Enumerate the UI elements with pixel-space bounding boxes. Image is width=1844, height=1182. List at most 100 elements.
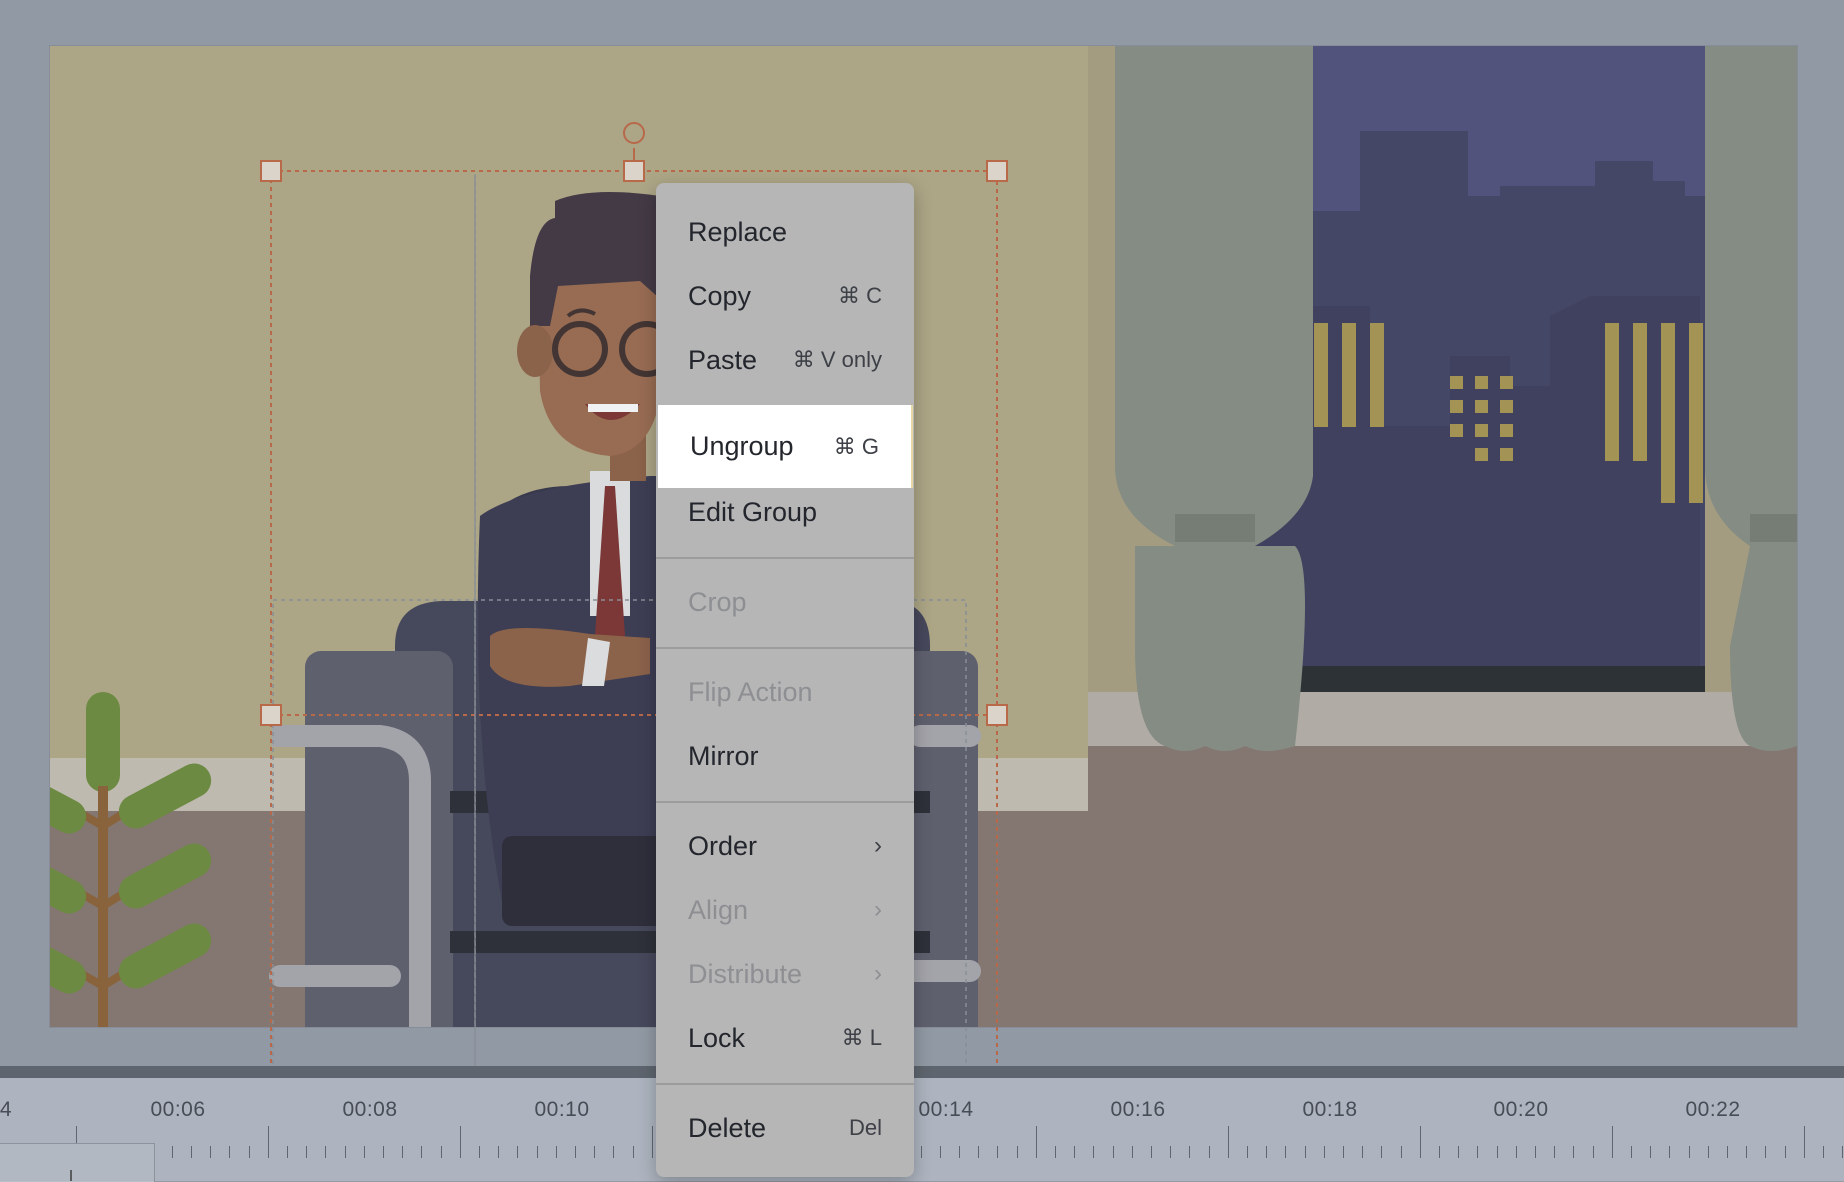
menu-item-label: Paste [688,345,757,376]
menu-item-copy[interactable]: Copy ⌘ C [656,265,914,327]
ruler-tick [287,1146,288,1158]
ruler-tick [978,1146,979,1158]
ruler-tick [1823,1146,1824,1158]
ruler-tick [1631,1146,1632,1158]
ruler-tick [537,1146,538,1158]
chevron-right-icon: › [874,960,882,988]
ruler-tick [1516,1146,1517,1158]
shortcut-text: ⌘ C [838,283,882,309]
ruler-tick [191,1146,192,1158]
chevron-right-icon: › [874,832,882,860]
ruler-tick [210,1146,211,1158]
tick-label: 00:06 [150,1098,205,1122]
menu-item-delete[interactable]: Delete Del [656,1097,914,1159]
ruler-tick [1650,1146,1651,1158]
ruler-tick [1247,1146,1248,1158]
ruler-tick [1669,1146,1670,1158]
ruler-tick [1458,1146,1459,1158]
clip-marker [70,1170,72,1181]
selection-overlay [0,0,1844,1181]
ruler-tick [921,1146,922,1158]
resize-handle-middle-right[interactable] [987,705,1007,725]
tick-label: 00:10 [534,1098,589,1122]
ruler-tick [1785,1146,1786,1158]
ruler-tick [1593,1146,1594,1158]
ruler-tick [940,1146,941,1158]
ruler-tick [268,1126,269,1158]
resize-handle-top-right[interactable] [987,161,1007,181]
rotate-handle[interactable] [624,123,644,143]
ruler-tick [498,1146,499,1158]
menu-item-ungroup[interactable]: Ungroup ⌘ G [658,405,913,488]
menu-item-flip-action: Flip Action [656,661,914,723]
ruler-tick [1381,1146,1382,1158]
tick-label: 00:14 [918,1098,973,1122]
chevron-right-icon: › [874,896,882,924]
menu-item-crop: Crop [656,571,914,633]
menu-item-replace[interactable]: Replace [656,201,914,263]
ruler-tick [1285,1146,1286,1158]
ruler-tick [1017,1146,1018,1158]
menu-separator [656,801,914,803]
ruler-tick [959,1146,960,1158]
editor-stage: 4 00:06 00:08 00:10 00:14 00:16 00:18 00… [0,0,1844,1181]
resize-handle-top-left[interactable] [261,161,281,181]
ruler-tick [1343,1146,1344,1158]
menu-item-edit-group[interactable]: Edit Group [656,481,914,543]
ruler-tick [652,1126,653,1158]
ruler-tick [249,1146,250,1158]
menu-item-label: Edit Group [688,497,817,528]
ruler-tick [1689,1146,1690,1158]
menu-item-label: Delete [688,1113,766,1144]
ruler-tick [1573,1146,1574,1158]
ruler-tick [1497,1146,1498,1158]
ruler-tick [1612,1126,1613,1158]
ruler-tick [556,1146,557,1158]
timeline-clip-track[interactable] [0,1143,155,1182]
ruler-tick [1036,1126,1037,1158]
ruler-tick [1708,1146,1709,1158]
tick-label: 00:22 [1685,1098,1740,1122]
ruler-tick [172,1146,173,1158]
ruler-tick [613,1146,614,1158]
shortcut-text: ⌘ L [842,1025,882,1051]
menu-item-label: Replace [688,217,787,248]
ruler-tick [1765,1146,1766,1158]
tick-label: 00:08 [342,1098,397,1122]
ruler-tick [421,1146,422,1158]
ruler-tick [1074,1146,1075,1158]
menu-item-order[interactable]: Order › [656,815,914,877]
menu-item-label: Lock [688,1023,745,1054]
menu-item-mirror[interactable]: Mirror [656,725,914,787]
ruler-tick [441,1146,442,1158]
ruler-tick [1228,1126,1229,1158]
timeline[interactable]: 4 00:06 00:08 00:10 00:14 00:16 00:18 00… [0,1066,1844,1181]
time-ruler[interactable]: 4 00:06 00:08 00:10 00:14 00:16 00:18 00… [0,1078,1844,1158]
menu-separator [656,557,914,559]
shortcut-text: ⌘ V only [793,347,882,373]
ruler-tick [633,1146,634,1158]
timeline-scrubber-track[interactable] [0,1066,1844,1078]
tick-label: 00:16 [1110,1098,1165,1122]
ruler-tick [1113,1146,1114,1158]
tick-label: 00:20 [1493,1098,1548,1122]
ruler-tick [1420,1126,1421,1158]
ruler-tick [479,1146,480,1158]
ruler-tick [1055,1146,1056,1158]
menu-item-label: Order [688,831,757,862]
menu-item-label: Copy [688,281,751,312]
resize-handle-middle-left[interactable] [261,705,281,725]
ruler-tick [1362,1146,1363,1158]
menu-item-distribute: Distribute › [656,943,914,1005]
menu-item-label: Ungroup [690,431,794,462]
resize-handle-top-center[interactable] [624,161,644,181]
ruler-tick [364,1146,365,1158]
ruler-tick [1477,1146,1478,1158]
ruler-tick [345,1146,346,1158]
ruler-tick [575,1146,576,1158]
menu-item-paste[interactable]: Paste ⌘ V only [656,329,914,391]
menu-item-lock[interactable]: Lock ⌘ L [656,1007,914,1069]
menu-item-label: Mirror [688,741,758,772]
ruler-tick [1151,1146,1152,1158]
tick-label: 00:18 [1302,1098,1357,1122]
